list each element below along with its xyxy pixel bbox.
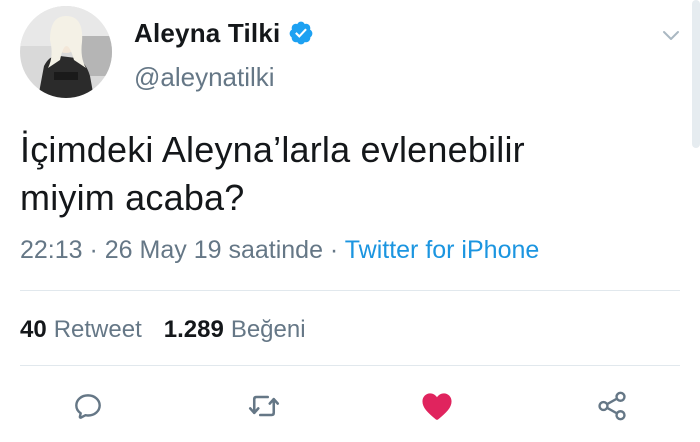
retweet-icon [246,388,282,429]
tweet-text-line-2: miyim acaba? [20,177,245,218]
tweet-text-line-1: İçimdeki Aleyna’larla evlenebilir [20,129,525,170]
retweet-button[interactable] [246,390,282,426]
tweet-date[interactable]: 26 May 19 saatinde [105,236,323,264]
share-icon [595,389,629,428]
tweet-stats: 40 Retweet 1.289 Beğeni [20,316,306,344]
retweet-label[interactable]: Retweet [54,316,142,344]
retweet-count[interactable]: 40 [20,316,47,344]
like-count[interactable]: 1.289 [164,316,224,344]
meta-separator: · [322,236,345,264]
scrollbar[interactable] [692,0,700,148]
verified-badge-icon [288,20,314,46]
display-name[interactable]: Aleyna Tilki [134,18,280,49]
reply-icon [71,389,105,428]
reply-button[interactable] [70,390,106,426]
meta-separator: · [82,236,105,264]
divider [20,290,680,291]
divider [20,365,680,366]
chevron-down-icon[interactable] [660,24,682,46]
share-button[interactable] [594,390,630,426]
avatar[interactable] [20,6,112,98]
tweet-meta: 22:13 · 26 May 19 saatinde · Twitter for… [20,236,539,265]
name-row: Aleyna Tilki [134,16,314,50]
tweet-text: İçimdeki Aleyna’larla evlenebilir miyim … [20,126,660,222]
like-button[interactable] [419,390,455,426]
tweet-time: 22:13 [20,236,83,264]
heart-icon [419,388,455,429]
user-handle[interactable]: @aleynatilki [134,62,275,93]
tweet-source-link[interactable]: Twitter for iPhone [345,236,540,264]
like-label[interactable]: Beğeni [231,316,306,344]
